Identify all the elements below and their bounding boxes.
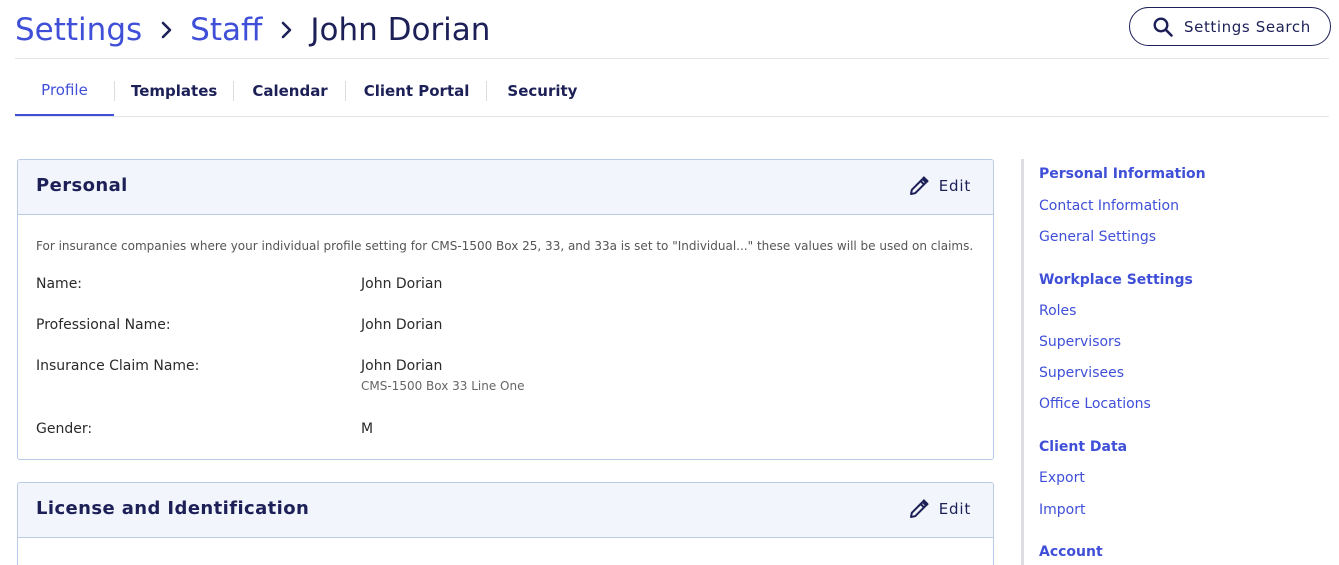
- nav-personal-information[interactable]: Personal Information: [1039, 166, 1206, 182]
- breadcrumb-settings[interactable]: Settings: [15, 10, 142, 50]
- field-label: Name:: [36, 276, 83, 292]
- tab-calendar[interactable]: Calendar: [234, 66, 344, 116]
- nav-workplace-settings[interactable]: Workplace Settings: [1039, 272, 1193, 288]
- breadcrumb: Settings Staff John Dorian: [15, 10, 490, 50]
- personal-note: For insurance companies where your indiv…: [36, 239, 974, 253]
- search-icon: [1152, 16, 1174, 38]
- nav-account[interactable]: Account: [1039, 544, 1103, 560]
- breadcrumb-staff[interactable]: Staff: [190, 10, 262, 50]
- nav-general-settings[interactable]: General Settings: [1039, 229, 1156, 245]
- nav-import[interactable]: Import: [1039, 502, 1085, 518]
- nav-contact-information[interactable]: Contact Information: [1039, 198, 1179, 214]
- license-card-header: License and Identification Edit: [18, 483, 993, 538]
- nav-supervisors[interactable]: Supervisors: [1039, 334, 1121, 350]
- personal-card-header: Personal Edit: [18, 160, 993, 215]
- page-title: John Dorian: [310, 12, 491, 48]
- nav-export[interactable]: Export: [1039, 470, 1085, 486]
- field-value: John Dorian: [361, 358, 443, 374]
- field-label: Gender:: [36, 421, 93, 437]
- page-header: Settings Staff John Dorian Settings Sear…: [15, 0, 1331, 59]
- tab-profile[interactable]: Profile: [15, 66, 114, 116]
- personal-edit-label: Edit: [938, 177, 971, 195]
- chevron-right-icon: [142, 10, 190, 50]
- tab-templates[interactable]: Templates: [115, 66, 233, 116]
- nav-roles[interactable]: Roles: [1039, 303, 1076, 319]
- field-value: John Dorian: [361, 276, 443, 292]
- field-value: John Dorian: [361, 317, 443, 333]
- personal-edit-button[interactable]: Edit: [908, 175, 971, 197]
- chevron-right-icon: [262, 10, 310, 50]
- personal-card-title: Personal: [36, 175, 128, 196]
- settings-search-button[interactable]: Settings Search: [1129, 7, 1331, 46]
- nav-supervisees[interactable]: Supervisees: [1039, 365, 1124, 381]
- tab-security[interactable]: Security: [487, 66, 595, 116]
- field-label: Professional Name:: [36, 317, 171, 333]
- nav-office-locations[interactable]: Office Locations: [1039, 396, 1151, 412]
- pencil-icon: [908, 498, 930, 520]
- tab-bar: Profile Templates Calendar Client Portal…: [15, 66, 1329, 117]
- license-card-title: License and Identification: [36, 498, 310, 519]
- license-card: License and Identification Edit: [17, 482, 994, 565]
- personal-card: Personal Edit For insurance companies wh…: [17, 159, 994, 460]
- nav-client-data[interactable]: Client Data: [1039, 439, 1127, 455]
- field-value: M: [361, 421, 374, 437]
- license-edit-button[interactable]: Edit: [908, 498, 971, 520]
- section-nav: Personal Information Contact Information…: [1021, 159, 1321, 565]
- license-edit-label: Edit: [938, 500, 971, 518]
- pencil-icon: [908, 175, 930, 197]
- settings-search-label: Settings Search: [1184, 17, 1311, 36]
- field-label: Insurance Claim Name:: [36, 358, 200, 374]
- field-subtext: CMS-1500 Box 33 Line One: [361, 379, 525, 393]
- tab-client-portal[interactable]: Client Portal: [346, 66, 487, 116]
